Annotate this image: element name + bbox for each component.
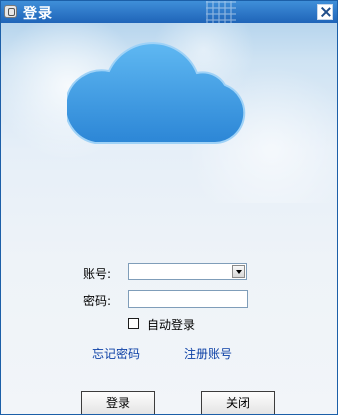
account-label: 账号: bbox=[83, 267, 112, 281]
close-icon[interactable] bbox=[317, 4, 333, 20]
register-account-link[interactable]: 注册账号 bbox=[184, 345, 232, 362]
app-icon bbox=[4, 5, 17, 18]
title-bar: 登录 bbox=[1, 1, 337, 23]
login-button[interactable]: 登录 bbox=[81, 391, 155, 414]
auto-login-checkbox[interactable] bbox=[128, 318, 139, 329]
auto-login-label: 自动登录 bbox=[147, 318, 196, 332]
close-button[interactable]: 关闭 bbox=[201, 391, 275, 414]
window-title: 登录 bbox=[23, 6, 53, 22]
password-field[interactable] bbox=[128, 290, 248, 308]
title-pattern bbox=[206, 1, 236, 23]
password-label: 密码: bbox=[83, 294, 112, 308]
account-select[interactable] bbox=[128, 263, 247, 280]
chevron-down-icon[interactable] bbox=[232, 265, 245, 278]
login-window: 登录 账号: 密码: 自动登录 忘记密码 注册账号 登录 关闭 bbox=[0, 0, 338, 415]
forgot-password-link[interactable]: 忘记密码 bbox=[92, 345, 140, 362]
cloud-logo-icon bbox=[67, 42, 246, 144]
